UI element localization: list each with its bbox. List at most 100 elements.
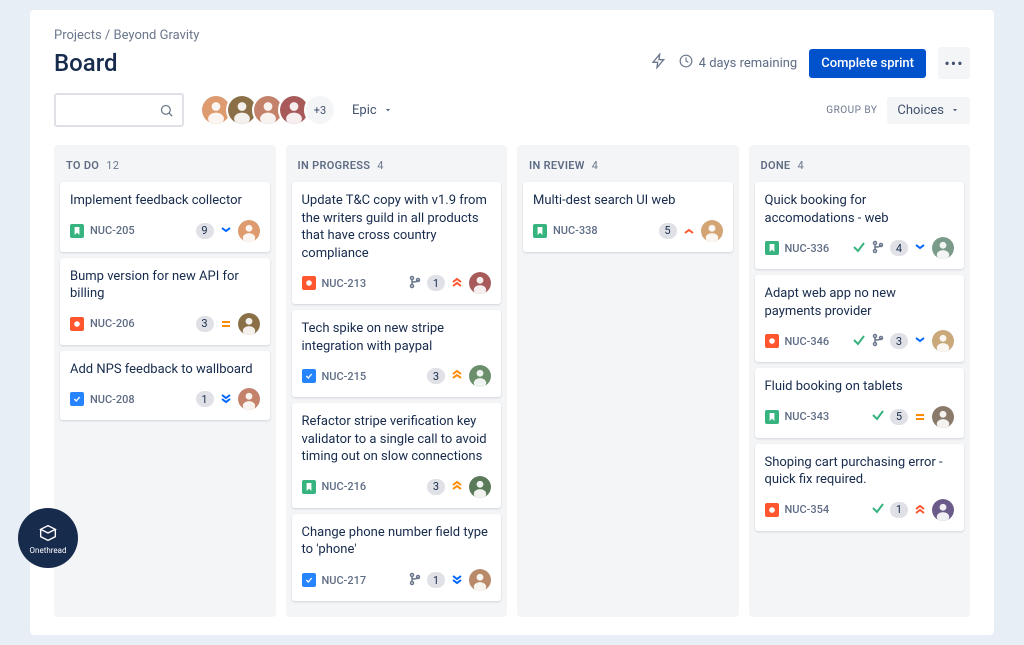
card-title: Implement feedback collector [70, 192, 260, 210]
avatar-stack[interactable]: +3 [200, 94, 336, 126]
card[interactable]: Shoping cart purchasing error - quick fi… [755, 444, 965, 531]
card-title: Adapt web app no new payments provider [765, 285, 955, 320]
card-title: Multi-dest search UI web [533, 192, 723, 210]
breadcrumb: Projects / Beyond Gravity [54, 28, 970, 43]
issue-key: NUC-338 [553, 224, 598, 237]
story-points: 1 [196, 391, 214, 407]
column-header: IN REVIEW 4 [523, 155, 733, 182]
column-header: DONE 4 [755, 155, 965, 182]
card[interactable]: Fluid booking on tablets NUC-343 5 [755, 368, 965, 438]
issue-type-icon [765, 334, 779, 348]
assignee-avatar[interactable] [932, 330, 954, 352]
issue-key: NUC-208 [90, 393, 135, 406]
card[interactable]: Quick booking for accomodations - web NU… [755, 182, 965, 269]
card[interactable]: Add NPS feedback to wallboard NUC-208 1 [60, 351, 270, 421]
chevron-down-icon [950, 105, 960, 115]
more-button[interactable]: ••• [938, 47, 970, 79]
priority-icon [450, 369, 464, 383]
time-remaining: 4 days remaining [679, 54, 798, 72]
card[interactable]: Tech spike on new stripe integration wit… [292, 310, 502, 397]
column-count: 4 [592, 159, 598, 172]
assignee-avatar[interactable] [238, 220, 260, 242]
chevron-down-icon [383, 105, 393, 115]
card[interactable]: Bump version for new API for billing NUC… [60, 258, 270, 345]
page-title: Board [54, 49, 118, 77]
story-points: 3 [196, 316, 214, 332]
priority-icon [913, 410, 927, 424]
assignee-avatar[interactable] [238, 388, 260, 410]
assignee-avatar[interactable] [932, 499, 954, 521]
story-points: 4 [890, 240, 908, 256]
priority-icon [450, 480, 464, 494]
story-points: 3 [427, 479, 445, 495]
card[interactable]: Update T&C copy with v1.9 from the write… [292, 182, 502, 304]
done-icon [852, 239, 866, 258]
card-title: Tech spike on new stripe integration wit… [302, 320, 492, 355]
issue-key: NUC-354 [785, 503, 830, 516]
card[interactable]: Change phone number field type to 'phone… [292, 514, 502, 601]
avatar-more[interactable]: +3 [304, 94, 336, 126]
done-icon [871, 407, 885, 426]
story-points: 5 [890, 409, 908, 425]
issue-type-icon [70, 224, 84, 238]
priority-icon [450, 573, 464, 587]
card-title: Change phone number field type to 'phone… [302, 524, 492, 559]
assignee-avatar[interactable] [238, 313, 260, 335]
branch-icon [871, 332, 885, 351]
column-count: 12 [106, 159, 119, 172]
story-points: 1 [427, 275, 445, 291]
story-points: 1 [890, 502, 908, 518]
issue-type-icon [70, 317, 84, 331]
card-title: Shoping cart purchasing error - quick fi… [765, 454, 955, 489]
story-points: 3 [427, 368, 445, 384]
card[interactable]: Implement feedback collector NUC-205 9 [60, 182, 270, 252]
card[interactable]: Refactor stripe verification key validat… [292, 403, 502, 508]
column: IN REVIEW 4 Multi-dest search UI web NUC… [517, 145, 739, 617]
branch-icon [408, 274, 422, 293]
issue-type-icon [302, 480, 316, 494]
priority-icon [682, 224, 696, 238]
complete-sprint-button[interactable]: Complete sprint [809, 49, 926, 78]
issue-type-icon [302, 369, 316, 383]
assignee-avatar[interactable] [469, 476, 491, 498]
column-count: 4 [797, 159, 803, 172]
card-title: Add NPS feedback to wallboard [70, 361, 260, 379]
card-title: Refactor stripe verification key validat… [302, 413, 492, 466]
card[interactable]: Adapt web app no new payments provider N… [755, 275, 965, 362]
search-input[interactable] [54, 93, 184, 127]
issue-type-icon [302, 573, 316, 587]
search-icon [159, 103, 174, 118]
column: TO DO 12 Implement feedback collector NU… [54, 145, 276, 617]
issue-type-icon [533, 224, 547, 238]
card[interactable]: Multi-dest search UI web NUC-338 5 [523, 182, 733, 252]
assignee-avatar[interactable] [469, 569, 491, 591]
card-title: Update T&C copy with v1.9 from the write… [302, 192, 492, 262]
card-title: Fluid booking on tablets [765, 378, 955, 396]
priority-icon [219, 224, 233, 238]
card-title: Bump version for new API for billing [70, 268, 260, 303]
done-icon [852, 332, 866, 351]
story-points: 9 [196, 223, 214, 239]
assignee-avatar[interactable] [932, 406, 954, 428]
breadcrumb-project[interactable]: Beyond Gravity [114, 28, 200, 43]
issue-key: NUC-206 [90, 317, 135, 330]
automation-icon[interactable] [651, 53, 667, 73]
priority-icon [913, 241, 927, 255]
issue-key: NUC-213 [322, 277, 367, 290]
group-by-select[interactable]: Choices [887, 97, 970, 124]
column-count: 4 [377, 159, 383, 172]
assignee-avatar[interactable] [932, 237, 954, 259]
priority-icon [913, 503, 927, 517]
issue-key: NUC-215 [322, 370, 367, 383]
breadcrumb-parent[interactable]: Projects [54, 28, 102, 43]
watermark: Onethread [18, 508, 78, 568]
issue-key: NUC-336 [785, 242, 830, 255]
assignee-avatar[interactable] [469, 272, 491, 294]
issue-type-icon [765, 241, 779, 255]
assignee-avatar[interactable] [701, 220, 723, 242]
issue-type-icon [70, 392, 84, 406]
epic-filter[interactable]: Epic [352, 103, 393, 118]
priority-icon [913, 334, 927, 348]
assignee-avatar[interactable] [469, 365, 491, 387]
issue-type-icon [765, 503, 779, 517]
